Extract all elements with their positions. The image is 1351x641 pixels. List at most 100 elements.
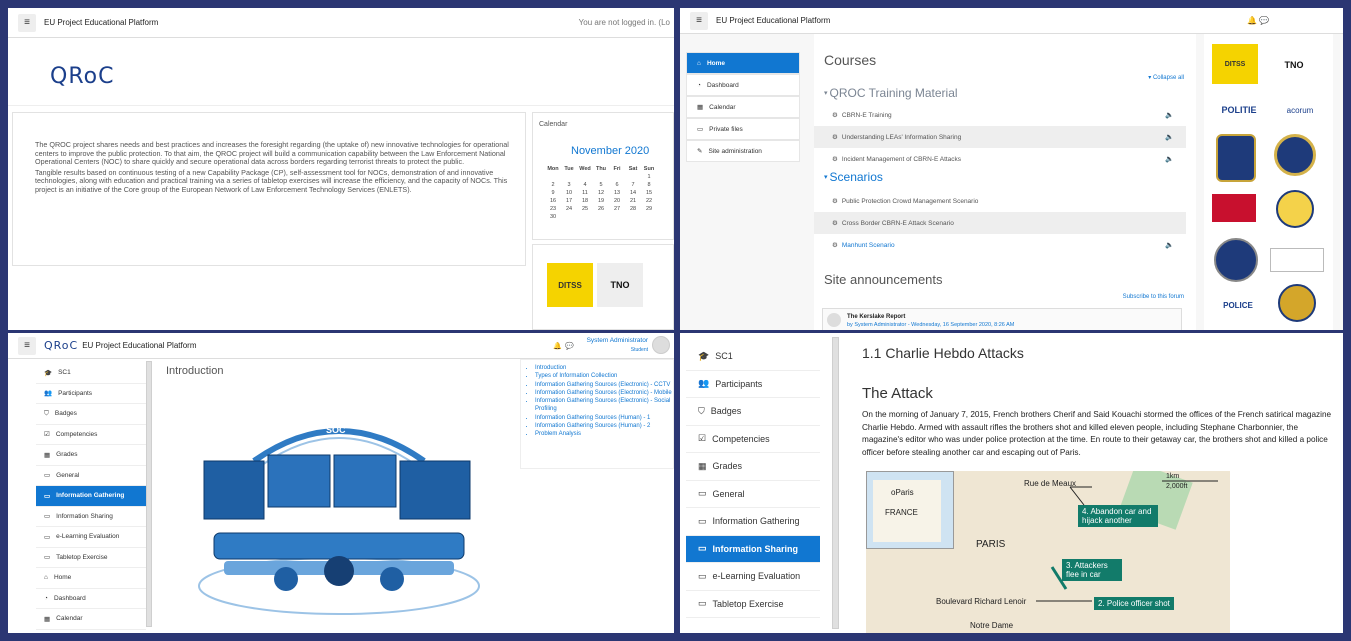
calendar-day[interactable]: 2 bbox=[545, 181, 561, 189]
sidebar-scrollbar[interactable] bbox=[146, 361, 152, 627]
sidebar-item-competencies[interactable]: ☑ Competencies bbox=[686, 425, 820, 453]
toc-link[interactable]: Introduction bbox=[535, 364, 673, 372]
calendar-day[interactable]: 22 bbox=[641, 197, 657, 205]
toc-link[interactable]: Information Gathering Sources (Electroni… bbox=[535, 397, 673, 414]
calendar-day[interactable]: 18 bbox=[577, 197, 593, 205]
qroc-logo[interactable]: QRoC bbox=[44, 339, 78, 352]
calendar-day[interactable]: 28 bbox=[625, 205, 641, 213]
calendar-month[interactable]: November 2020 bbox=[571, 145, 649, 157]
user-name[interactable]: System Administrator bbox=[587, 337, 648, 344]
calendar-day[interactable]: 19 bbox=[593, 197, 609, 205]
sidebar-item-site-administration[interactable]: ✎ Site administration bbox=[686, 140, 800, 162]
calendar-day[interactable] bbox=[625, 213, 641, 221]
sidebar-item-general[interactable]: ▭ General bbox=[686, 480, 820, 508]
calendar-day[interactable] bbox=[577, 213, 593, 221]
course-item[interactable]: ⚙ Manhunt Scenario 🔈 bbox=[814, 234, 1186, 256]
sidebar-item-information-gathering[interactable]: ▭ Information Gathering bbox=[686, 508, 820, 536]
course-item[interactable]: ⚙ Cross Border CBRN-E Attack Scenario bbox=[814, 212, 1186, 234]
calendar-day[interactable]: 14 bbox=[625, 189, 641, 197]
sidebar-item-participants[interactable]: 👥 Participants bbox=[686, 370, 820, 398]
sidebar-item-grades[interactable]: ▦ Grades bbox=[36, 445, 146, 466]
sidebar-item-dashboard[interactable]: ◔ Dashboard bbox=[686, 74, 800, 96]
bell-icon[interactable]: 🔔 bbox=[553, 342, 562, 350]
bell-icon[interactable]: 🔔 bbox=[1247, 16, 1257, 25]
calendar-day[interactable]: 6 bbox=[609, 181, 625, 189]
calendar-day[interactable]: 15 bbox=[641, 189, 657, 197]
calendar-day[interactable] bbox=[609, 213, 625, 221]
sidebar-item-home[interactable]: ⌂ Home bbox=[36, 568, 146, 589]
sidebar-item-calendar[interactable]: ▦ Calendar bbox=[36, 609, 146, 630]
chat-icon[interactable]: 💬 bbox=[565, 342, 574, 350]
toc-link[interactable]: Information Gathering Sources (Human) - … bbox=[535, 422, 673, 430]
platform-title[interactable]: EU Project Educational Platform bbox=[716, 16, 830, 25]
course-link[interactable]: Manhunt Scenario bbox=[842, 242, 895, 249]
calendar-day[interactable]: 7 bbox=[625, 181, 641, 189]
section-scenarios[interactable]: ▾ Scenarios bbox=[824, 170, 883, 184]
platform-title[interactable]: EU Project Educational Platform bbox=[82, 341, 196, 350]
sidebar-item-badges[interactable]: ⛉ Badges bbox=[36, 404, 146, 425]
calendar-day[interactable]: 9 bbox=[545, 189, 561, 197]
platform-title[interactable]: EU Project Educational Platform bbox=[44, 18, 158, 27]
calendar-day[interactable]: 13 bbox=[609, 189, 625, 197]
calendar-day[interactable] bbox=[593, 173, 609, 181]
post-title[interactable]: The Kerslake Report bbox=[847, 314, 905, 320]
calendar-day[interactable] bbox=[625, 173, 641, 181]
sidebar-item-tabletop-exercise[interactable]: ▭ Tabletop Exercise bbox=[36, 547, 146, 568]
course-item[interactable]: ⚙ Understanding LEAs' Information Sharing… bbox=[814, 126, 1186, 148]
calendar-day[interactable] bbox=[577, 173, 593, 181]
calendar-day[interactable]: 27 bbox=[609, 205, 625, 213]
sidebar-item-e-learning-evaluation[interactable]: ▭ e-Learning Evaluation bbox=[36, 527, 146, 548]
toc-link[interactable]: Types of Information Collection bbox=[535, 372, 673, 380]
chat-icon[interactable]: 💬 bbox=[1259, 16, 1269, 25]
course-item[interactable]: ⚙ Incident Management of CBRN-E Attacks 🔈 bbox=[814, 148, 1186, 170]
sidebar-item-dashboard[interactable]: ◔ Dashboard bbox=[36, 588, 146, 609]
sidebar-item-calendar[interactable]: ▦ Calendar bbox=[686, 96, 800, 118]
sidebar-item-competencies[interactable]: ☑ Competencies bbox=[36, 424, 146, 445]
course-link[interactable]: Understanding LEAs' Information Sharing bbox=[842, 134, 961, 141]
sidebar-item-general[interactable]: ▭ General bbox=[36, 465, 146, 486]
calendar-day[interactable]: 21 bbox=[625, 197, 641, 205]
toc-link[interactable]: Information Gathering Sources (Human) - … bbox=[535, 414, 673, 422]
speaker-icon[interactable]: 🔈 bbox=[1165, 111, 1174, 119]
calendar-day[interactable]: 11 bbox=[577, 189, 593, 197]
calendar-day[interactable]: 8 bbox=[641, 181, 657, 189]
calendar-day[interactable] bbox=[641, 213, 657, 221]
sidebar-item-participants[interactable]: 👥 Participants bbox=[36, 383, 146, 404]
section-qroc-training[interactable]: ▾ QROC Training Material bbox=[824, 86, 958, 100]
subscribe-link[interactable]: Subscribe to this forum bbox=[1123, 294, 1184, 300]
sidebar-item-sc1[interactable]: 🎓 SC1 bbox=[686, 343, 820, 371]
speaker-icon[interactable]: 🔈 bbox=[1165, 133, 1174, 141]
toc-link[interactable]: Information Gathering Sources (Electroni… bbox=[535, 381, 673, 389]
calendar-day[interactable] bbox=[593, 213, 609, 221]
toc-link[interactable]: Information Gathering Sources (Electroni… bbox=[535, 389, 673, 397]
calendar-day[interactable]: 30 bbox=[545, 213, 561, 221]
sidebar-item-sc1[interactable]: 🎓 SC1 bbox=[36, 363, 146, 384]
sidebar-item-tabletop-exercise[interactable]: ▭ Tabletop Exercise bbox=[686, 590, 820, 618]
speaker-icon[interactable]: 🔈 bbox=[1165, 241, 1174, 249]
calendar-day[interactable]: 20 bbox=[609, 197, 625, 205]
course-link[interactable]: Incident Management of CBRN-E Attacks bbox=[842, 156, 961, 163]
course-link[interactable]: Public Protection Crowd Management Scena… bbox=[842, 198, 979, 205]
sidebar-item-information-sharing[interactable]: ▭ Information Sharing bbox=[36, 506, 146, 527]
course-item[interactable]: ⚙ Public Protection Crowd Management Scen… bbox=[814, 190, 1186, 212]
calendar-day[interactable]: 1 bbox=[641, 173, 657, 181]
menu-toggle-button[interactable]: ≡ bbox=[18, 336, 36, 355]
menu-toggle-button[interactable]: ≡ bbox=[690, 11, 708, 30]
calendar-day[interactable]: 25 bbox=[577, 205, 593, 213]
sidebar-scrollbar[interactable] bbox=[832, 337, 839, 629]
toc-link[interactable]: Problem Analysis bbox=[535, 430, 673, 438]
avatar[interactable] bbox=[652, 336, 670, 354]
course-link[interactable]: CBRN-E Training bbox=[842, 112, 892, 119]
calendar-day[interactable]: 17 bbox=[561, 197, 577, 205]
calendar-day[interactable] bbox=[561, 173, 577, 181]
calendar-day[interactable]: 23 bbox=[545, 205, 561, 213]
calendar-day[interactable]: 3 bbox=[561, 181, 577, 189]
calendar-day[interactable] bbox=[609, 173, 625, 181]
calendar-day[interactable] bbox=[545, 173, 561, 181]
sidebar-item-badges[interactable]: ⛉ Badges bbox=[686, 398, 820, 426]
menu-toggle-button[interactable]: ≡ bbox=[18, 13, 36, 32]
calendar-day[interactable]: 4 bbox=[577, 181, 593, 189]
course-link[interactable]: Cross Border CBRN-E Attack Scenario bbox=[842, 220, 954, 227]
calendar-day[interactable]: 16 bbox=[545, 197, 561, 205]
speaker-icon[interactable]: 🔈 bbox=[1165, 155, 1174, 163]
